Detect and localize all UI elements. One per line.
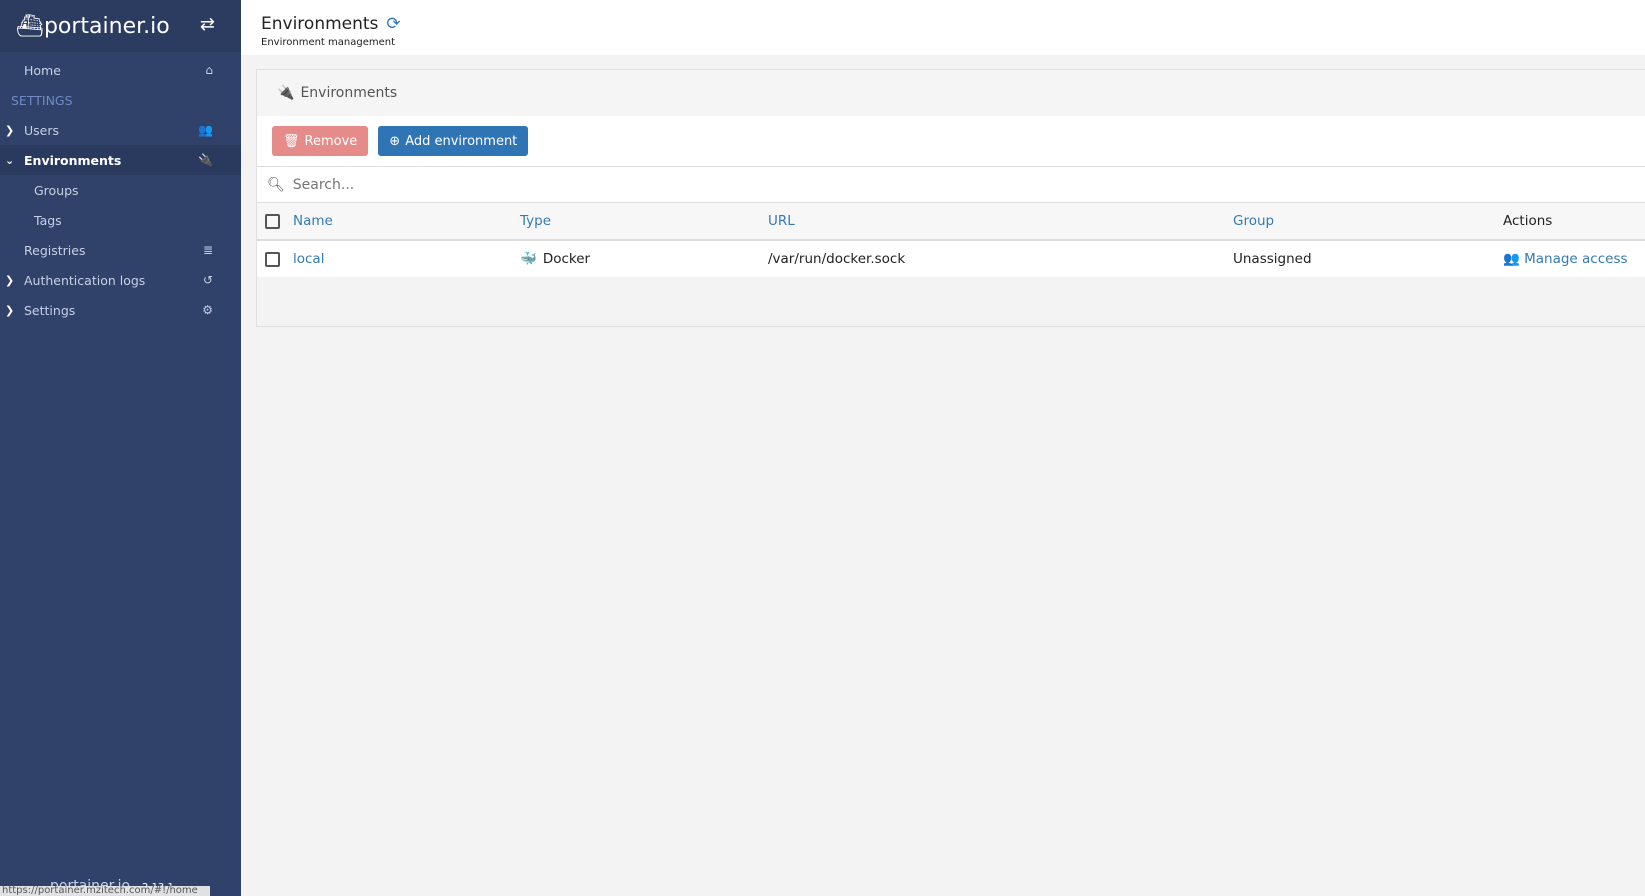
page-title: Environments [261, 14, 379, 34]
table-row: local 🐳 Docker /var/run/docker.sock Unass… [257, 240, 1645, 277]
database-icon: ≣ [202, 243, 213, 257]
column-type[interactable]: Type [520, 203, 768, 241]
sidebar-item-authentication-logs[interactable]: ❯ Authentication logs ↺ [0, 265, 241, 295]
environment-name-link[interactable]: local [293, 251, 324, 267]
sidebar-item-home[interactable]: Home ⌂ [0, 55, 241, 85]
sidebar-item-settings[interactable]: ❯ Settings ⚙ [0, 295, 241, 325]
remove-button[interactable]: 🗑 Remove [272, 126, 369, 156]
portainer-logo[interactable]: ⛴ portainer.io ⇄ [0, 0, 241, 52]
history-icon: ↺ [202, 273, 213, 287]
add-environment-button[interactable]: ⊕ Add environment [378, 126, 529, 156]
chevron-right-icon: ❯ [5, 303, 15, 317]
sidebar-item-users[interactable]: ❯ Users 👥 [0, 115, 241, 145]
users-icon: 👥 [198, 123, 213, 137]
users-icon: 👥 [1503, 251, 1520, 267]
manage-access-link[interactable]: 👥 Manage access [1503, 251, 1628, 267]
label: Home [24, 62, 61, 78]
label: Tags [34, 212, 62, 228]
label: Authentication logs [24, 272, 146, 288]
logo-icon: ⛴ [16, 13, 44, 39]
widget-title: Environments [300, 85, 398, 101]
label: Registries [24, 242, 86, 258]
environments-table: Name Type URL Group Actions local 🐳 Docke… [257, 203, 1645, 277]
settings-section-label: SETTINGS [11, 92, 73, 108]
label: Groups [34, 182, 79, 198]
sidebar-item-environments[interactable]: ⌄ Environments 🔌 [0, 145, 241, 175]
column-url[interactable]: URL [768, 203, 1233, 241]
sidebar-item-registries[interactable]: Registries ≣ [0, 235, 241, 265]
url: /var/run/docker.sock [768, 251, 906, 267]
docker-icon: 🐳 [520, 251, 537, 267]
chevron-right-icon: ❯ [5, 273, 15, 287]
search-icon: 🔍︎ [267, 176, 285, 193]
toggle-sidebar-icon[interactable]: ⇄ [200, 14, 215, 35]
home-icon: ⌂ [205, 63, 213, 77]
column-name[interactable]: Name [293, 203, 520, 241]
row-checkbox[interactable] [265, 251, 280, 267]
sidebar-item-groups[interactable]: Groups [0, 175, 241, 205]
chevron-right-icon: ❯ [5, 123, 15, 137]
plug-icon: 🔌 [277, 85, 295, 101]
column-actions: Actions [1503, 203, 1645, 241]
select-all-checkbox[interactable] [265, 213, 280, 229]
cogs-icon: ⚙ [202, 303, 213, 317]
environments-widget: 🔌 Environments 🗑 Remove ⊕ Add environment 🔍… [256, 69, 1645, 327]
label: Settings [24, 302, 76, 318]
table-header: Name Type URL Group Actions [257, 203, 1645, 241]
page-subtitle: Environment management [261, 37, 396, 48]
sidebar: ⛴ portainer.io ⇄ Home ⌂ SETTINGS ❯ Users 👥 ⌄ E… [0, 0, 241, 896]
refresh-icon[interactable]: ⟳ [386, 14, 400, 34]
trash-icon: 🗑 [283, 133, 300, 149]
type: Docker [542, 251, 591, 267]
sidebar-item-tags[interactable]: Tags [0, 205, 241, 235]
plus-circle-icon: ⊕ [389, 133, 401, 149]
search-input[interactable] [292, 176, 693, 193]
column-group[interactable]: Group [1233, 203, 1503, 241]
page-header: Environments ⟳ Environment management [241, 0, 1645, 55]
browser-status-url: https://portainer.mzitech.com/#!/home [0, 886, 210, 896]
chevron-down-icon: ⌄ [5, 153, 15, 167]
group: Unassigned [1233, 251, 1312, 267]
plug-icon: 🔌 [198, 153, 213, 167]
label: Environments [24, 152, 122, 168]
label: Users [24, 122, 60, 138]
